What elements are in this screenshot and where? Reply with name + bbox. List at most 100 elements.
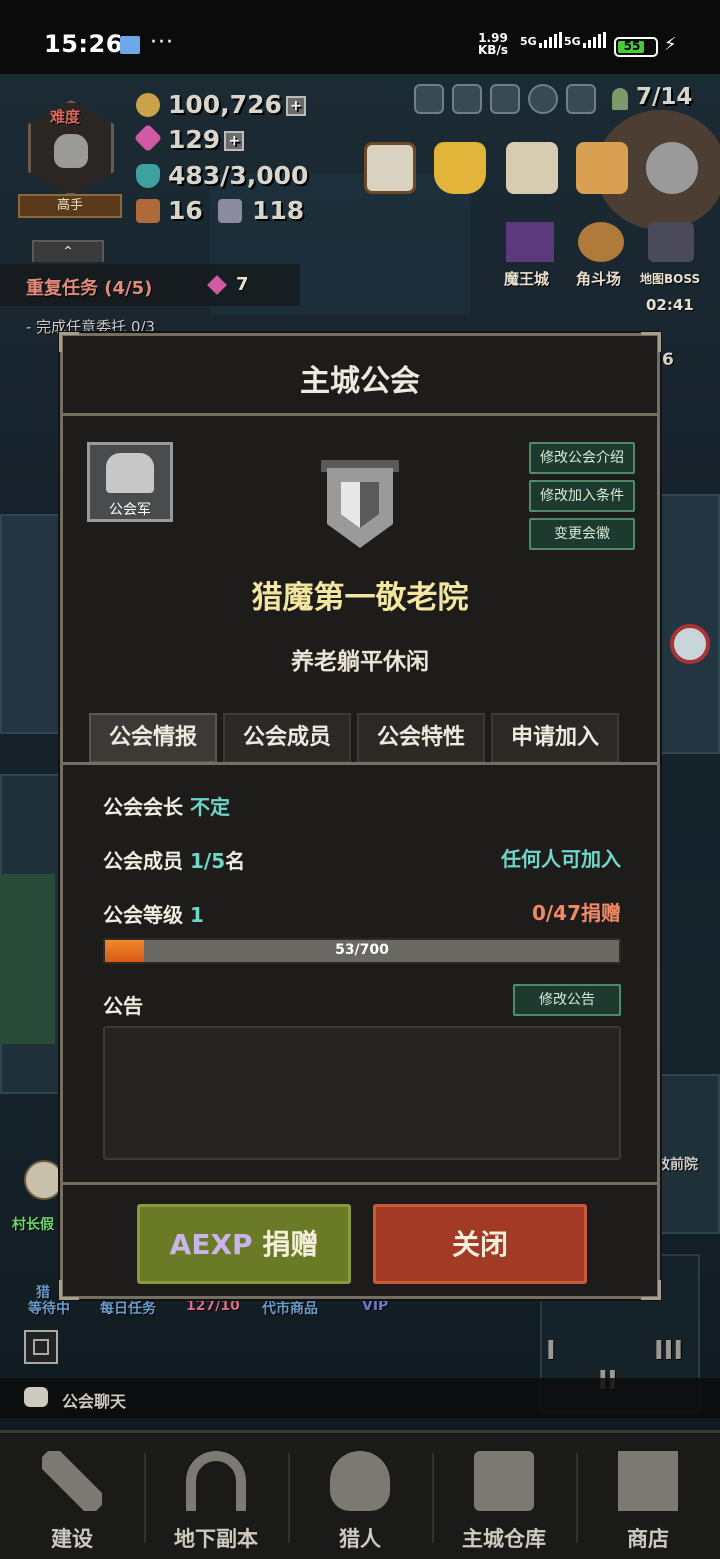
- donation-count: 0/47捐赠: [531, 901, 621, 925]
- frame-corner: [59, 1280, 79, 1300]
- mail-icon[interactable]: [506, 142, 558, 194]
- daily-task-label[interactable]: 每日任务: [100, 1298, 156, 1318]
- crystal-amount: 483/3,000: [168, 161, 309, 190]
- network-speed: 1.99 KB/s: [478, 31, 508, 57]
- guild-name: 猎魔第一敬老院: [251, 580, 469, 616]
- population-count: 7/14: [636, 84, 693, 110]
- tab-guild-traits[interactable]: 公会特性: [357, 713, 485, 763]
- boss-timer: 02:41: [646, 296, 694, 314]
- knights-icon: [106, 453, 154, 493]
- arena-label: 角斗场: [576, 270, 622, 288]
- edit-intro-button[interactable]: 修改公会介绍: [529, 442, 635, 474]
- guild-emblem-icon: [321, 460, 399, 548]
- vip-label[interactable]: VIP: [362, 1298, 388, 1314]
- dialog-title: 主城公会: [300, 364, 420, 399]
- tab-guild-info[interactable]: 公会情报: [89, 713, 217, 763]
- members-row: 公会成员 1/5名: [103, 849, 246, 873]
- frame-corner: [641, 1280, 661, 1300]
- hunter-helmet-icon: [330, 1451, 390, 1511]
- guild-chat-label: 公会聊天: [62, 1392, 127, 1411]
- crystal-icon: [136, 164, 160, 188]
- clock: 15:26: [44, 30, 123, 58]
- nav-shop[interactable]: 商店: [576, 1433, 720, 1559]
- nav-dungeon[interactable]: 地下副本: [144, 1433, 288, 1559]
- quest-title: 重复任务 (4/5): [26, 278, 153, 299]
- change-emblem-button[interactable]: 变更会徽: [529, 518, 635, 550]
- shop-stall-icon: [618, 1451, 678, 1511]
- map-boss-label: 地图BOSS: [640, 272, 701, 286]
- collapse-quest-button[interactable]: ⌃: [32, 240, 104, 262]
- footer-divider: [63, 1182, 657, 1185]
- tab-guild-members[interactable]: 公会成员: [223, 713, 351, 763]
- gift-icon[interactable]: [490, 84, 520, 114]
- home-icon[interactable]: [414, 84, 444, 114]
- gold-coin-icon: [136, 93, 160, 117]
- edit-join-conditions-button[interactable]: 修改加入条件: [529, 480, 635, 512]
- signal-1-icon: 5G: [520, 32, 562, 48]
- gift-box-icon[interactable]: [566, 84, 596, 114]
- dungeon-gate-icon: [186, 1451, 246, 1511]
- nav-build[interactable]: 建设: [0, 1433, 144, 1559]
- notification-icon: [120, 36, 140, 54]
- nav-hunter[interactable]: 猎人: [288, 1433, 432, 1559]
- guild-army-button[interactable]: 公会军: [87, 442, 173, 522]
- notice-text-area[interactable]: [103, 1026, 621, 1160]
- chest-amount: 16: [168, 196, 203, 225]
- hammer-icon: [42, 1451, 102, 1511]
- arena-icon[interactable]: [578, 222, 624, 262]
- guild-exp-progress: 53/700: [103, 938, 621, 964]
- guild-chat-bar[interactable]: 公会聊天: [0, 1378, 720, 1418]
- population-icon: [612, 88, 628, 110]
- bottom-navigation: 建设 地下副本 猎人 主城仓库 商店: [0, 1430, 720, 1559]
- chest-icon: [474, 1451, 534, 1511]
- skull-icon: [54, 134, 88, 168]
- members-value: 1/5: [189, 849, 226, 873]
- edit-notice-button[interactable]: 修改公告: [513, 984, 621, 1016]
- partial-count: 6: [662, 350, 674, 370]
- map-scroll-icon[interactable]: [576, 142, 628, 194]
- donate-aexp-button[interactable]: AEXP 捐赠: [137, 1204, 351, 1284]
- screenshot-frame-icon[interactable]: [24, 1330, 58, 1364]
- close-button[interactable]: 关闭: [373, 1204, 587, 1284]
- notice-label: 公告: [103, 994, 143, 1018]
- progress-text: 53/700: [335, 942, 389, 958]
- roman-numeral-1: I: [546, 1336, 556, 1366]
- demon-castle-label: 魔王城: [504, 270, 550, 288]
- token-shop-label[interactable]: 代市商品: [262, 1298, 318, 1318]
- leader-value: 不定: [189, 795, 230, 819]
- ore-icon: [218, 199, 242, 223]
- ore-amount: 118: [252, 196, 305, 225]
- roman-numeral-3: III: [654, 1336, 684, 1366]
- dialog-header: 主城公会: [63, 336, 657, 416]
- tab-apply-join[interactable]: 申请加入: [491, 713, 619, 763]
- leader-row: 公会会长 不定: [103, 795, 230, 819]
- quest-reward: 7: [236, 274, 249, 295]
- chat-bubble-icon: [24, 1387, 48, 1407]
- battery-icon: 55: [614, 37, 658, 57]
- tab-divider: [63, 762, 657, 765]
- guild-motto: 养老躺平休闲: [291, 649, 429, 675]
- map-boss-icon[interactable]: [648, 222, 694, 262]
- level-row: 公会等级 1: [103, 903, 204, 927]
- village-chief-avatar[interactable]: [24, 1160, 64, 1200]
- add-gem-button[interactable]: +: [224, 131, 245, 151]
- demon-castle-icon[interactable]: [506, 222, 554, 262]
- gold-amount: 100,726 +: [168, 90, 306, 119]
- waiting-label: 等待中: [28, 1301, 70, 1317]
- guild-dialog: 主城公会 公会军 修改公会介绍 修改加入条件 变更会徽 猎魔第一敬老院 养老躺平…: [59, 332, 661, 1300]
- nav-warehouse[interactable]: 主城仓库: [432, 1433, 576, 1559]
- more-notifications-icon: ···: [150, 30, 174, 55]
- book-icon[interactable]: [364, 142, 416, 194]
- lion-icon[interactable]: [528, 84, 558, 114]
- castle-icon[interactable]: [452, 84, 482, 114]
- join-policy: 任何人可加入: [501, 847, 621, 871]
- add-gold-button[interactable]: +: [285, 96, 306, 116]
- chest-icon: [136, 199, 160, 223]
- trophy-icon[interactable]: [434, 142, 486, 194]
- status-bar: 15:26 ··· 1.99 KB/s 5G 5G 55 ⚡: [0, 0, 720, 74]
- village-chief-label: 村长假: [12, 1217, 54, 1233]
- daily-task-count: 127/10: [186, 1298, 240, 1314]
- gem-amount: 129 +: [168, 125, 245, 154]
- difficulty-badge[interactable]: 难度 高手: [18, 98, 122, 222]
- settings-gear-icon[interactable]: [646, 142, 698, 194]
